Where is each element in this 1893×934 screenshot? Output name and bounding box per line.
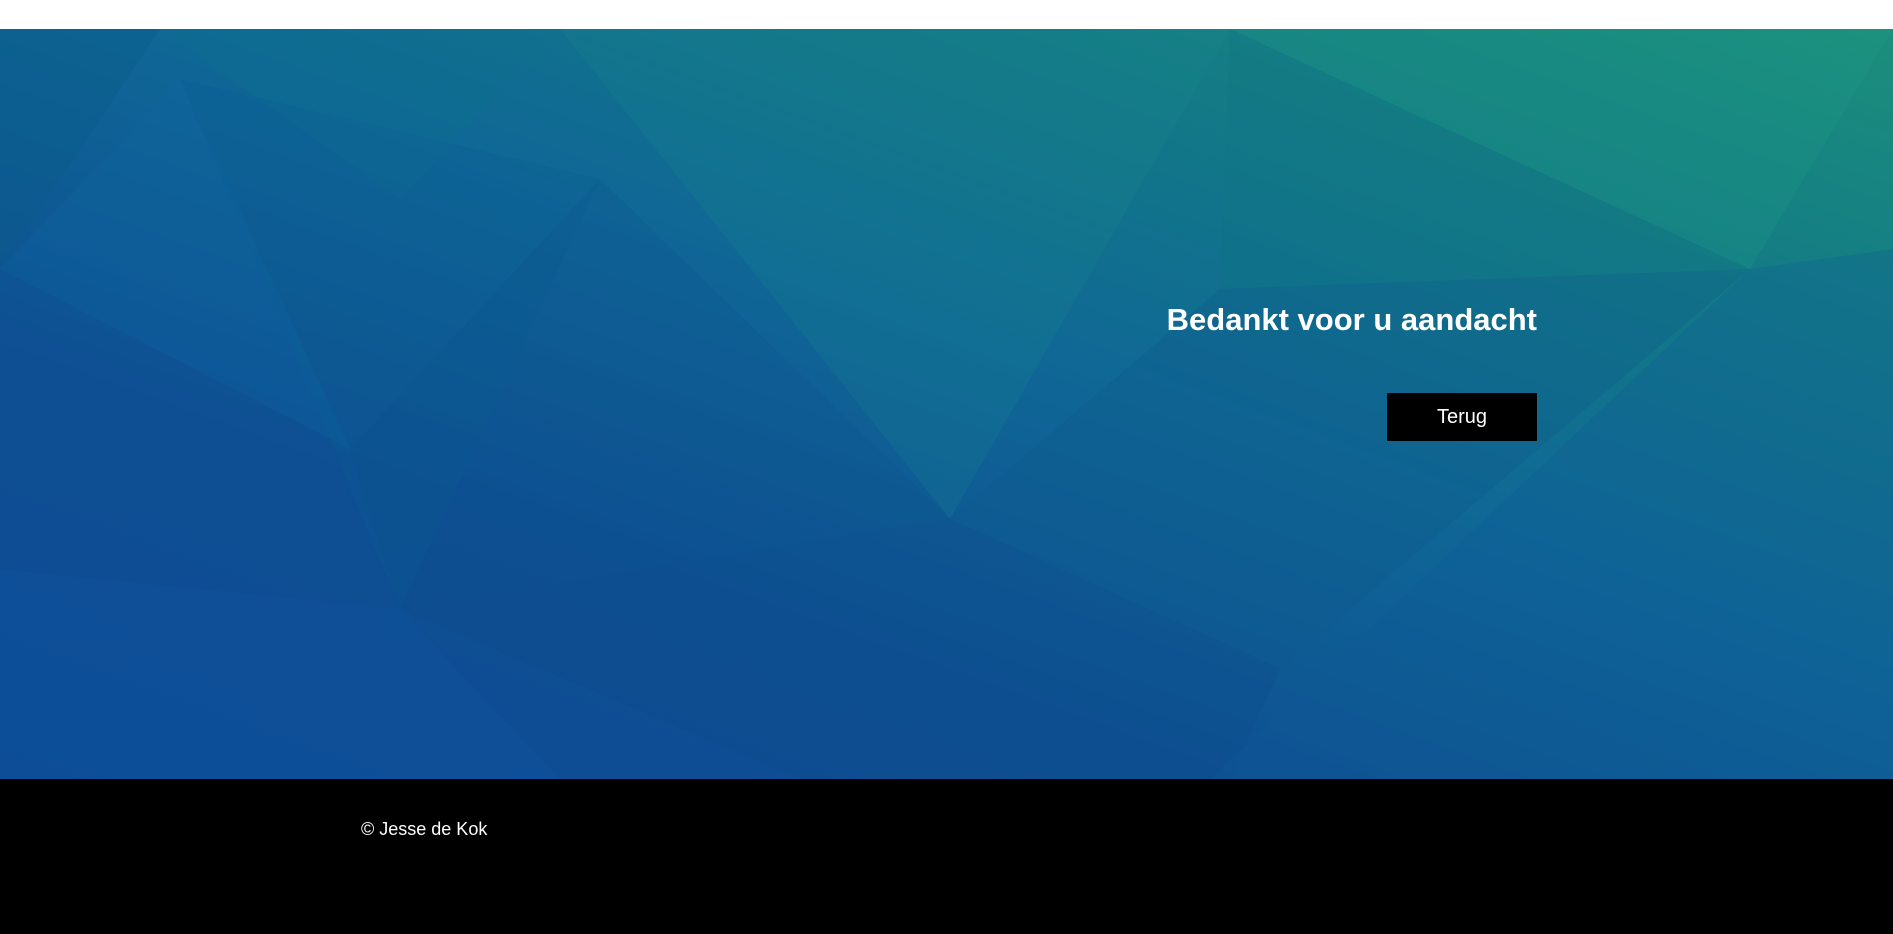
top-bar [0, 0, 1893, 29]
background-pattern [0, 29, 1893, 779]
hero-content: Bedankt voor u aandacht Terug [1167, 300, 1537, 441]
copyright-text: © Jesse de Kok [361, 819, 488, 839]
page-title: Bedankt voor u aandacht [1166, 302, 1537, 337]
back-button[interactable]: Terug [1387, 393, 1537, 441]
footer: © Jesse de Kok [0, 779, 1893, 934]
hero-section: Bedankt voor u aandacht Terug [0, 29, 1893, 779]
